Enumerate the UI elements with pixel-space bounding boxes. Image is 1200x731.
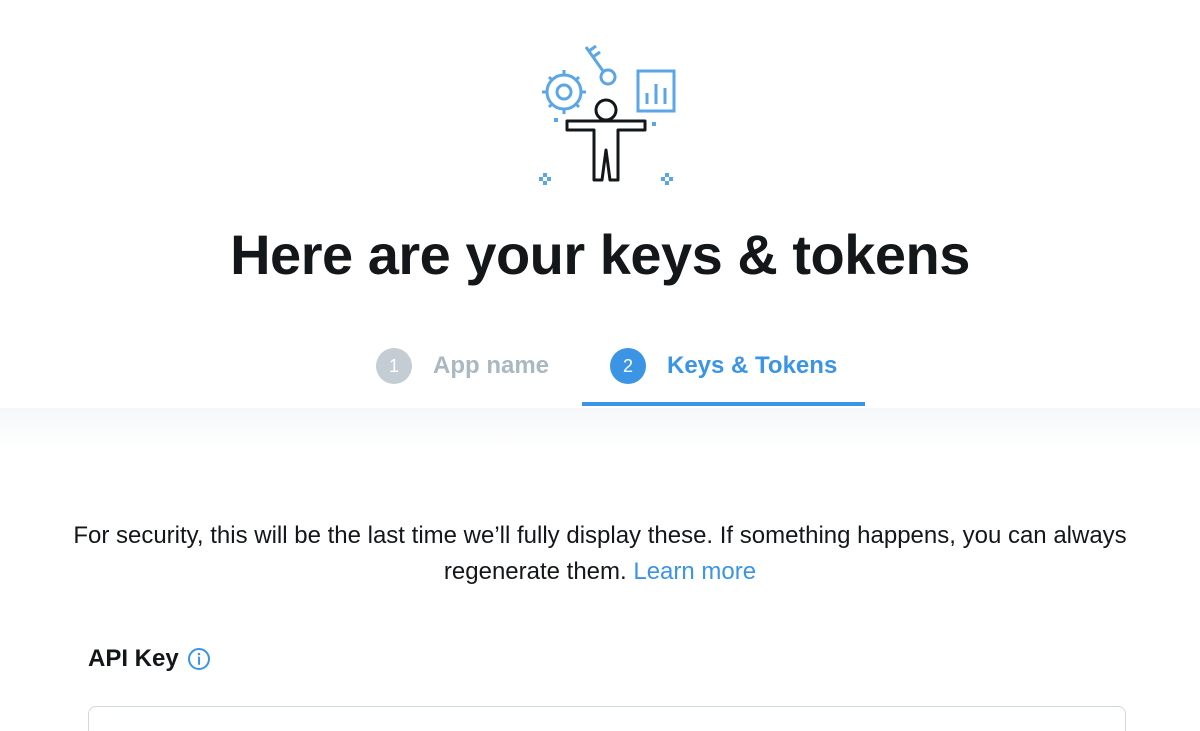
step-keys-tokens[interactable]: 2 Keys & Tokens bbox=[610, 347, 837, 385]
security-notice-text: For security, this will be the last time… bbox=[73, 522, 1127, 585]
info-icon[interactable] bbox=[187, 647, 211, 671]
stepper: 1 App name 2 Keys & Tokens bbox=[0, 0, 1200, 408]
step-label: App name bbox=[433, 352, 550, 379]
api-key-field[interactable] bbox=[88, 706, 1126, 731]
security-notice: For security, this will be the last time… bbox=[60, 518, 1140, 590]
page: Here are your keys & tokens 1 App name 2… bbox=[0, 0, 1200, 731]
api-key-label-text: API Key bbox=[88, 645, 179, 672]
api-key-label: API Key bbox=[88, 645, 211, 673]
step-number-badge: 2 bbox=[610, 348, 646, 384]
active-step-indicator bbox=[582, 402, 865, 406]
step-number-badge: 1 bbox=[376, 348, 412, 384]
learn-more-link[interactable]: Learn more bbox=[633, 558, 756, 585]
step-app-name[interactable]: 1 App name bbox=[376, 347, 549, 385]
step-label: Keys & Tokens bbox=[667, 352, 838, 379]
